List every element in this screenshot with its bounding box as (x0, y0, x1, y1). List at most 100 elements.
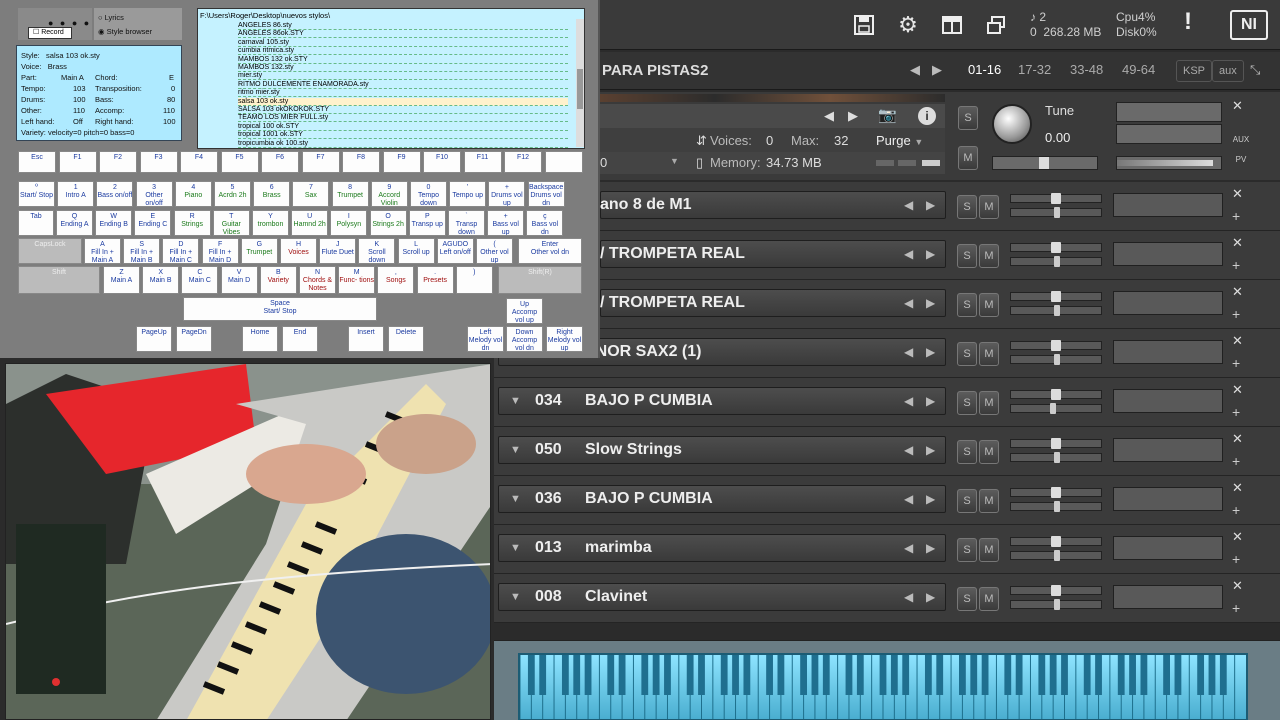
arrow-key[interactable]: Left Melody vol dn (467, 326, 504, 352)
black-key[interactable] (959, 655, 966, 695)
solo-button[interactable]: S (957, 391, 977, 415)
piano-keys-graphic[interactable] (520, 655, 1246, 719)
mute-button[interactable]: M (979, 244, 999, 268)
max-value[interactable]: 32 (834, 133, 848, 148)
solo-button[interactable]: S (957, 342, 977, 366)
rack-next-arrow[interactable]: ▶ (932, 62, 942, 78)
nav-key[interactable]: Home (242, 326, 278, 352)
pan-fader[interactable] (1010, 256, 1102, 267)
info-icon[interactable]: i (918, 107, 936, 125)
solo-button[interactable]: S (957, 440, 977, 464)
style-list-item[interactable]: TEAMO LOS MIER FULL.sty (238, 114, 568, 123)
shortcut-key[interactable]: L Scroll up (397, 238, 435, 264)
collapse-icon[interactable]: ▼ (510, 493, 521, 505)
black-key[interactable] (1117, 655, 1125, 695)
warning-icon[interactable]: ! (1184, 8, 1192, 36)
shortcut-key[interactable]: F Fill In + Main D (201, 238, 239, 264)
add-icon[interactable]: + (1232, 306, 1240, 322)
style-list-item[interactable]: tropical 100 ok.STY (238, 123, 568, 131)
shortcut-key[interactable]: I Polysyn (330, 210, 368, 236)
instrument-name[interactable]: Slow Strings (585, 441, 682, 459)
tune-value[interactable]: 0.00 (1045, 130, 1070, 145)
black-key[interactable] (1174, 655, 1182, 695)
black-key[interactable] (641, 655, 649, 695)
tab-33-48[interactable]: 33-48 (1070, 62, 1103, 77)
function-key[interactable]: F7 (301, 151, 340, 173)
collapse-icon[interactable]: ▼ (510, 395, 521, 407)
shortcut-key[interactable]: A Fill In + Main A (84, 238, 121, 264)
black-key[interactable] (890, 655, 898, 695)
instrument-row[interactable]: ▼ 050 Slow Strings ◀ ▶ S M ✕ + (494, 427, 1280, 476)
black-key[interactable] (743, 655, 751, 695)
shortcut-key[interactable]: T Guitar Vibes (212, 210, 250, 236)
fader-handle[interactable] (1051, 193, 1061, 204)
function-key[interactable]: F5 (220, 151, 259, 173)
pan-handle[interactable] (1054, 599, 1060, 610)
mute-button[interactable]: M (979, 293, 999, 317)
close-icon[interactable]: ✕ (1232, 480, 1243, 496)
shortcut-key[interactable]: B Variety (259, 266, 297, 294)
radio-lyrics[interactable]: ○ Lyrics (98, 13, 124, 22)
instrument-name[interactable]: ano 8 de M1 (600, 196, 692, 214)
function-key[interactable]: F11 (463, 151, 502, 173)
radio-style-browser[interactable]: ◉ Style browser (98, 27, 152, 36)
pan-fader[interactable] (1010, 599, 1102, 610)
black-key[interactable] (539, 655, 547, 695)
mute-button[interactable]: M (979, 391, 999, 415)
pan-handle[interactable] (1054, 550, 1060, 561)
next-arrow-icon[interactable]: ▶ (926, 345, 935, 359)
close-icon[interactable]: ✕ (1232, 333, 1243, 349)
tab-49-64[interactable]: 49-64 (1122, 62, 1155, 77)
shortcut-key[interactable]: 7 Sax (292, 181, 330, 207)
volume-slider[interactable] (1116, 156, 1222, 170)
collapse-icon[interactable]: ▼ (510, 591, 521, 603)
function-key[interactable]: F2 (99, 151, 137, 173)
instrument-row[interactable]: ▼ 034 BAJO P CUMBIA ◀ ▶ S M ✕ + (494, 378, 1280, 427)
window-icon[interactable] (978, 8, 1014, 42)
instrument-row[interactable]: / TROMPETA REAL ◀ ▶ S M ✕ + (600, 231, 1280, 280)
black-key[interactable] (902, 655, 910, 695)
mute-button[interactable]: M (979, 342, 999, 366)
pan-slider[interactable] (992, 156, 1098, 170)
volume-fader[interactable] (1010, 242, 1102, 253)
mute-button[interactable]: M (979, 587, 999, 611)
arrow-key[interactable]: Down Accomp vol dn (506, 326, 543, 352)
next-instrument-arrow[interactable]: ▶ (848, 108, 858, 124)
add-icon[interactable]: + (1232, 551, 1240, 567)
rack-prev-arrow[interactable]: ◀ (910, 62, 920, 78)
black-key[interactable] (1049, 655, 1057, 695)
style-list-item[interactable]: mier.sty (238, 72, 568, 81)
shortcut-key[interactable]: W Ending B (95, 210, 133, 236)
pan-handle[interactable] (1054, 305, 1060, 316)
mute-button[interactable]: M (979, 195, 999, 219)
ksp-button[interactable]: KSP (1176, 60, 1213, 82)
function-key[interactable] (544, 151, 583, 173)
pan-fader[interactable] (1010, 354, 1102, 365)
style-list-item[interactable]: MAMBOS 132 ok.STY (238, 56, 568, 64)
close-icon[interactable]: ✕ (1232, 578, 1243, 594)
style-list-item[interactable]: ritmo mier.sty (238, 89, 568, 98)
shortcut-key[interactable]: D Fill In + Main C (162, 238, 200, 264)
shortcut-key[interactable]: V Main D (220, 266, 258, 294)
solo-button[interactable]: S (957, 538, 977, 562)
close-icon[interactable]: ✕ (1232, 382, 1243, 398)
black-key[interactable] (1140, 655, 1148, 695)
black-key[interactable] (1129, 655, 1136, 695)
black-key[interactable] (527, 655, 535, 695)
close-icon[interactable]: ✕ (1232, 529, 1243, 545)
volume-fader[interactable] (1010, 193, 1102, 204)
shortcut-key[interactable]: 9 Accord Violin (370, 181, 408, 207)
black-key[interactable] (732, 655, 739, 695)
instrument-row[interactable]: ano 8 de M1 ◀ ▶ S M ✕ + (600, 182, 1280, 231)
black-key[interactable] (924, 655, 932, 695)
black-key[interactable] (573, 655, 581, 695)
shortcut-key[interactable]: J Flute Duet (319, 238, 357, 264)
arrow-key[interactable]: Right Melody vol up (546, 326, 583, 352)
black-key[interactable] (561, 655, 569, 695)
mute-button[interactable]: M (979, 440, 999, 464)
shortcut-key[interactable]: . Presets (416, 266, 454, 294)
instrument-row[interactable]: ▼ 008 Clavinet ◀ ▶ S M ✕ + (494, 574, 1280, 623)
nav-key[interactable]: PageDn (176, 326, 212, 352)
style-list-item[interactable]: ANGELES 86ok.STY (238, 30, 568, 39)
pan-handle[interactable] (1039, 157, 1049, 169)
